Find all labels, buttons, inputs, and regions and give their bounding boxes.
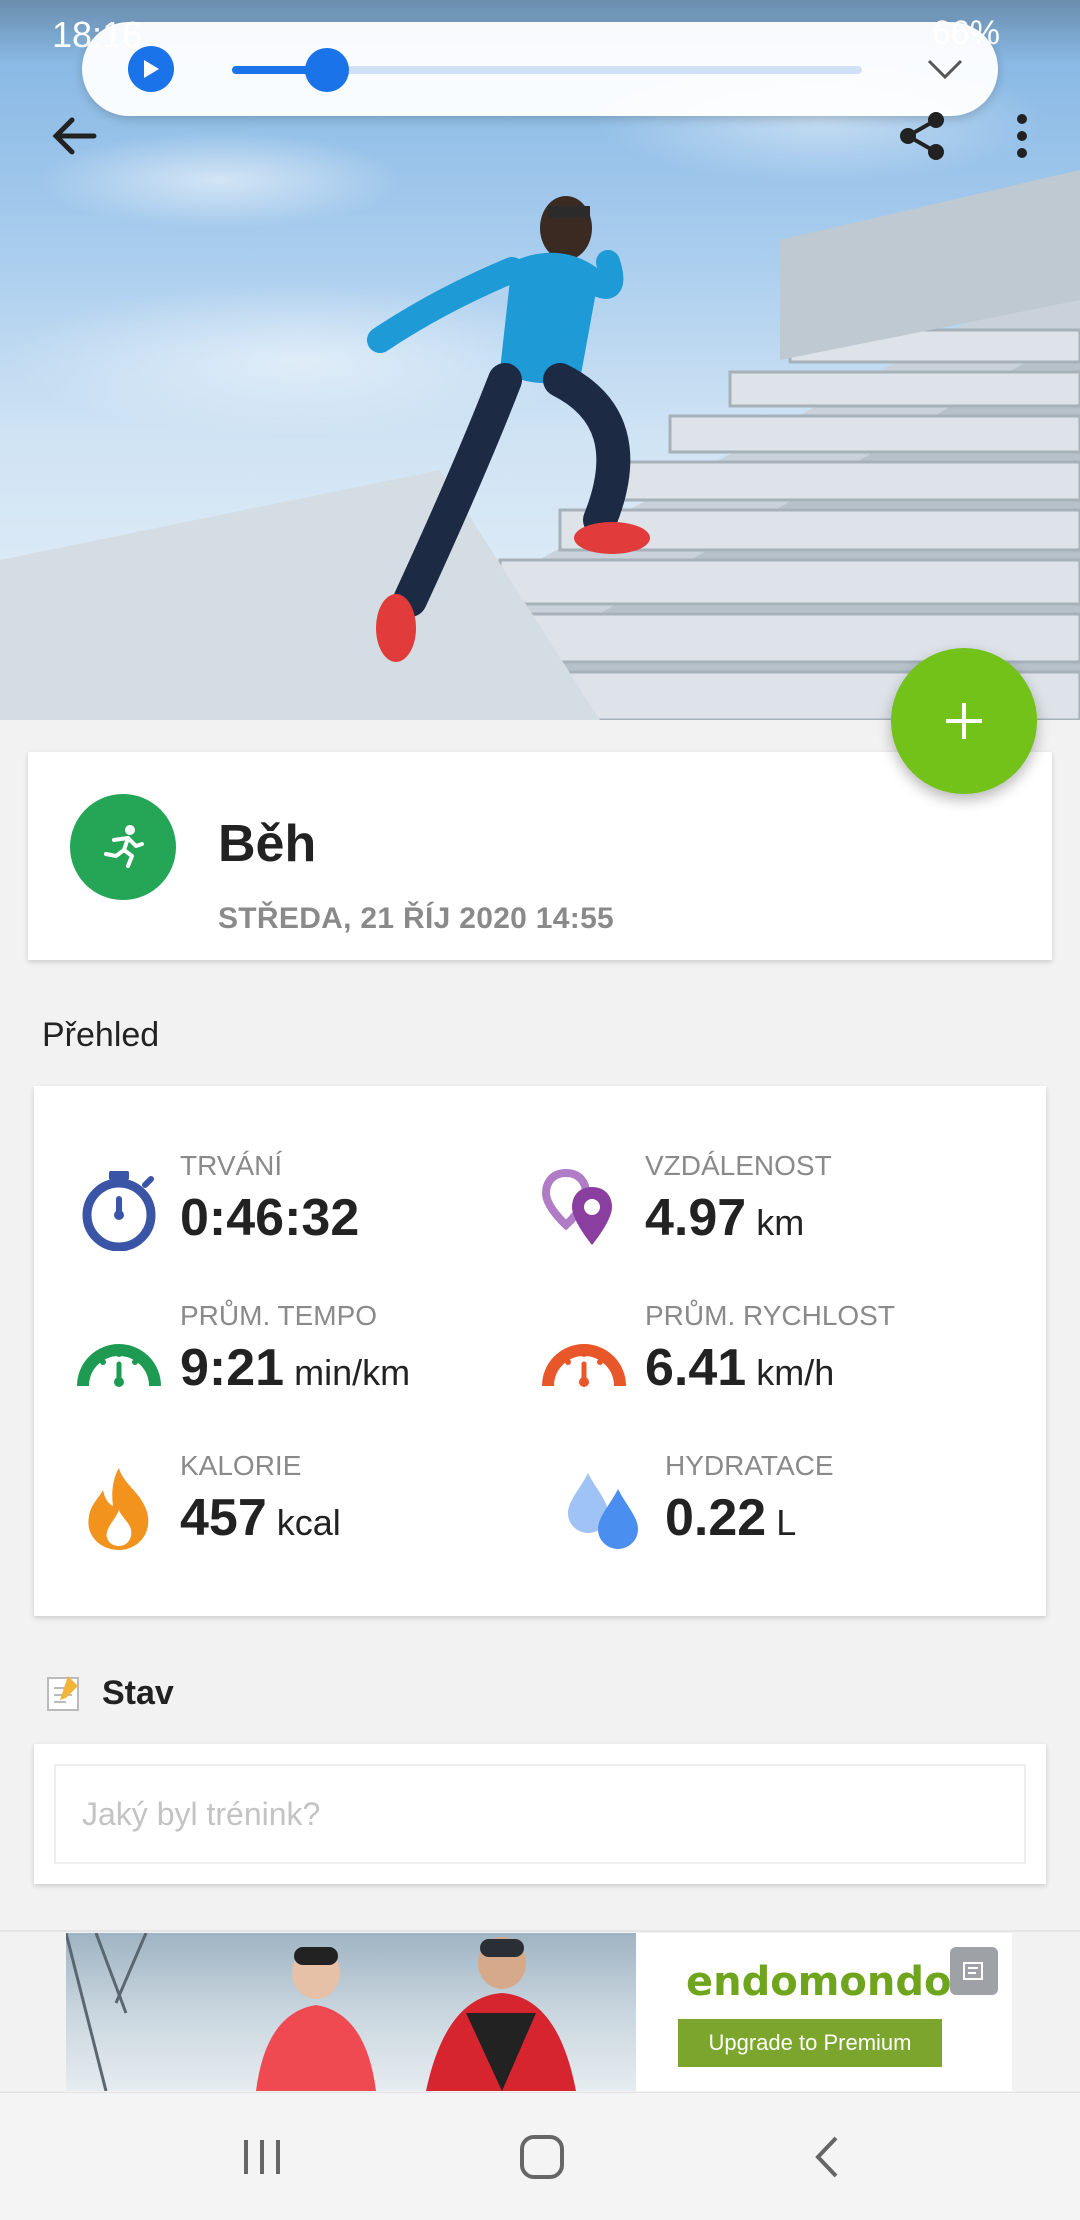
ad-brand-logo: endomondo (686, 1959, 952, 2005)
play-icon[interactable] (128, 46, 174, 92)
overview-title: Přehled (42, 1016, 160, 1054)
ad-photo (66, 1933, 636, 2091)
status-title: Stav (102, 1674, 174, 1712)
stat-label: HYDRATACE (665, 1450, 834, 1481)
chevron-down-icon[interactable] (922, 46, 968, 92)
ad-banner[interactable]: endomondo Upgrade to Premium (66, 1933, 1012, 2091)
location-pins-icon (541, 1166, 627, 1252)
stat-label: KALORIE (180, 1450, 302, 1481)
activity-title: Běh (218, 815, 317, 873)
overview-stats-card: TRVÁNÍ 0:46:32 VZDÁLENOST 4.97 km PRŮM. T… (34, 1086, 1046, 1616)
activity-header-card: Běh STŘEDA, 21 ŘÍJ 2020 14:55 (28, 752, 1052, 960)
stat-value: 0:46:32 (180, 1189, 360, 1247)
add-button[interactable] (891, 648, 1037, 794)
stat-value: 4.97 km (645, 1189, 805, 1247)
media-seekbar[interactable] (232, 48, 862, 92)
status-card (34, 1744, 1046, 1884)
system-navigation-bar (0, 2092, 1080, 2220)
activity-date: STŘEDA, 21 ŘÍJ 2020 14:55 (218, 902, 615, 935)
stat-distance: VZDÁLENOST 4.97 km (541, 1150, 1001, 1270)
media-player-bar (82, 22, 998, 116)
home-icon[interactable] (502, 2123, 582, 2191)
stat-avg-pace: PRŮM. TEMPO 9:21 min/km (76, 1300, 536, 1420)
stat-value: 0.22 L (665, 1489, 797, 1547)
stat-value: 9:21 min/km (180, 1339, 411, 1397)
stat-calories: KALORIE 457 kcal (76, 1450, 536, 1570)
recent-apps-icon[interactable] (222, 2123, 302, 2191)
ad-close-icon[interactable] (950, 1947, 998, 1995)
stat-label: PRŮM. RYCHLOST (645, 1300, 895, 1331)
workout-note-input[interactable] (54, 1764, 1026, 1864)
divider (0, 1930, 1080, 1932)
stat-hydration: HYDRATACE 0.22 L (561, 1450, 1021, 1570)
speed-gauge-icon (541, 1316, 627, 1402)
stopwatch-icon (76, 1166, 162, 1252)
stat-value: 457 kcal (180, 1489, 341, 1547)
stat-value: 6.41 km/h (645, 1339, 835, 1397)
stat-label: TRVÁNÍ (180, 1150, 283, 1181)
notepad-icon (46, 1672, 82, 1712)
back-icon[interactable] (786, 2123, 866, 2191)
running-person-icon (70, 794, 176, 900)
flame-icon (76, 1466, 162, 1552)
back-arrow-icon[interactable] (38, 100, 110, 172)
stat-label: PRŮM. TEMPO (180, 1300, 378, 1331)
water-drops-icon (561, 1466, 647, 1552)
more-options-icon[interactable] (986, 100, 1058, 172)
upgrade-premium-button[interactable]: Upgrade to Premium (678, 2019, 942, 2067)
stat-avg-speed: PRŮM. RYCHLOST 6.41 km/h (541, 1300, 1001, 1420)
stat-duration: TRVÁNÍ 0:46:32 (76, 1150, 536, 1270)
pace-gauge-icon (76, 1316, 162, 1402)
share-icon[interactable] (886, 100, 958, 172)
media-seek-handle[interactable] (304, 48, 349, 92)
stat-label: VZDÁLENOST (645, 1150, 832, 1181)
